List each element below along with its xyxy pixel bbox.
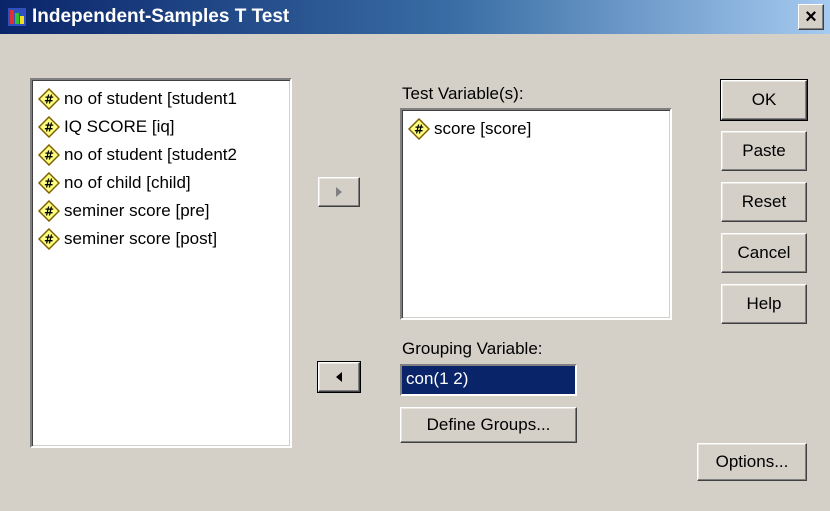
test-variable-item-label: score [score] [434,119,532,138]
grouping-variable-label: Grouping Variable: [402,339,543,358]
source-variable-item[interactable]: # no of child [child] [38,170,191,196]
numeric-variable-icon: # [38,228,60,250]
numeric-variable-icon: # [38,88,60,110]
numeric-variable-icon: # [38,200,60,222]
window-title: Independent-Samples T Test [32,6,290,27]
svg-text:#: # [44,177,54,191]
svg-text:#: # [44,121,54,135]
source-variable-item-label: no of child [child] [64,173,191,192]
source-variable-list[interactable]: # no of student [student1 # IQ SCORE [iq] # n… [30,78,292,448]
paste-button[interactable]: Paste [721,131,807,171]
source-variable-item-label: no of student [student1 [64,89,237,108]
source-variable-item-label: seminer score [pre] [64,201,210,220]
move-to-test-button[interactable] [318,177,360,207]
ok-button[interactable]: OK [720,79,808,121]
close-button[interactable]: × [798,4,824,30]
move-to-grouping-button[interactable] [317,361,361,393]
svg-text:#: # [44,233,54,247]
source-variable-item-label: seminer score [post] [64,229,218,248]
svg-text:#: # [44,205,54,219]
numeric-variable-icon: # [38,172,60,194]
svg-text:#: # [414,123,424,137]
test-variables-list[interactable]: # score [score] [400,108,672,320]
help-button[interactable]: Help [721,284,807,324]
source-variable-item[interactable]: # no of student [student1 [38,86,237,112]
numeric-variable-icon: # [408,118,430,140]
arrow-right-icon [336,187,342,197]
source-variable-item-label: no of student [student2 [64,145,237,164]
test-variable-item[interactable]: # score [score] [408,116,531,142]
test-variables-label: Test Variable(s): [402,84,524,103]
title-bar: Independent-Samples T Test × [0,0,830,34]
define-groups-button[interactable]: Define Groups... [400,407,577,443]
reset-button[interactable]: Reset [721,182,807,222]
numeric-variable-icon: # [38,144,60,166]
arrow-left-icon [336,372,342,382]
options-button[interactable]: Options... [697,443,807,481]
svg-text:#: # [44,149,54,163]
svg-text:#: # [44,93,54,107]
cancel-button[interactable]: Cancel [721,233,807,273]
source-variable-item[interactable]: # no of student [student2 [38,142,237,168]
source-variable-item[interactable]: # seminer score [post] [38,226,217,252]
source-variable-item[interactable]: # seminer score [pre] [38,198,210,224]
grouping-variable-field[interactable]: con(1 2) [400,364,577,396]
source-variable-item-label: IQ SCORE [iq] [64,117,175,136]
source-variable-item[interactable]: # IQ SCORE [iq] [38,114,175,140]
numeric-variable-icon: # [38,116,60,138]
spss-app-icon [8,8,26,26]
